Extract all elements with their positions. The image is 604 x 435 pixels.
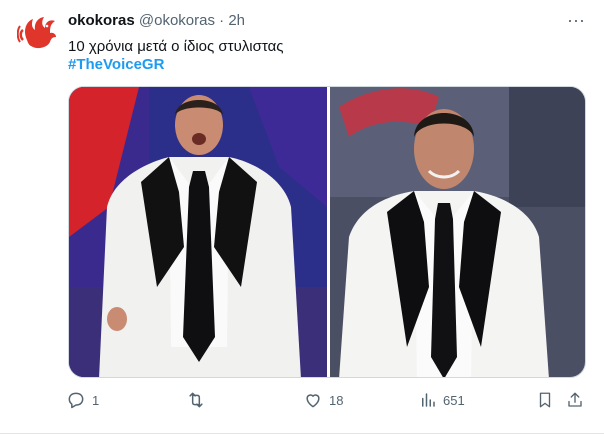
reply-count: 1 [92, 392, 100, 408]
tweet-media[interactable] [68, 86, 586, 378]
rooster-logo-icon [16, 17, 56, 49]
retweet-icon [189, 392, 203, 408]
views-button[interactable]: 651 [419, 389, 465, 411]
like-button[interactable]: 18 [303, 389, 343, 411]
left-photo[interactable] [69, 87, 327, 378]
timestamp[interactable]: 2h [228, 12, 245, 29]
hashtag-link[interactable]: #TheVoiceGR [68, 55, 164, 75]
share-button[interactable] [566, 389, 584, 411]
avatar[interactable] [16, 10, 61, 54]
views-icon [422, 393, 435, 407]
tweet-text: 10 χρόνια μετά ο ίδιος στυλιστας [68, 38, 284, 55]
bookmark-icon [539, 392, 551, 408]
right-photo[interactable] [330, 87, 586, 378]
views-count: 651 [443, 392, 465, 408]
reply-icon [68, 392, 84, 409]
tweet-header: okokoras @okokoras · 2h [68, 12, 245, 29]
separator: · [219, 12, 225, 29]
more-options-icon[interactable]: ··· [567, 11, 585, 29]
tweet[interactable]: okokoras @okokoras · 2h ··· 10 χρόνια με… [0, 0, 604, 435]
heart-icon [306, 394, 320, 408]
divider [0, 433, 604, 434]
retweet-button[interactable] [186, 389, 212, 411]
handle[interactable]: @okokoras [139, 12, 215, 29]
display-name[interactable]: okokoras [68, 12, 135, 29]
action-bar: 1 18 651 [66, 389, 591, 411]
media-composite [69, 87, 586, 378]
bookmark-button[interactable] [536, 389, 554, 411]
share-icon [568, 392, 582, 407]
reply-button[interactable]: 1 [66, 389, 99, 411]
like-count: 18 [329, 392, 344, 408]
